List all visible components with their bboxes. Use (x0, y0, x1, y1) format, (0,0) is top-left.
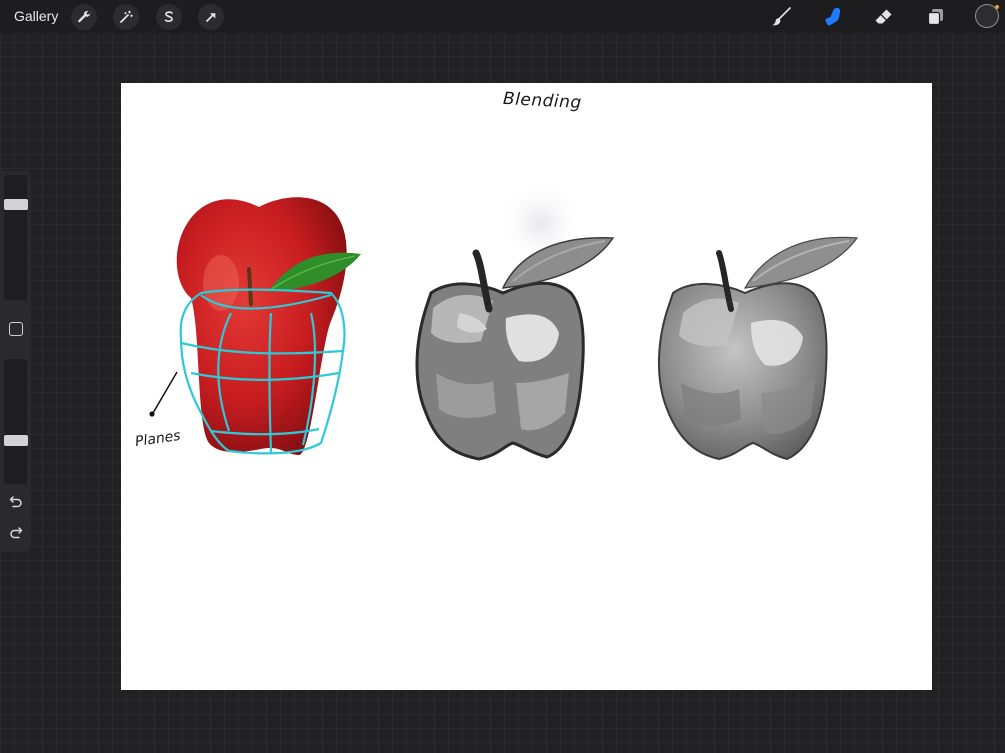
procreate-app: Gallery Blending Planes (0, 0, 1005, 753)
layers-icon (927, 9, 943, 26)
magic-wand-icon (120, 10, 133, 23)
modify-square-icon[interactable] (9, 322, 23, 336)
brush-size-slider[interactable] (4, 175, 27, 300)
adjustments-button[interactable] (113, 4, 139, 30)
redo-button[interactable] (6, 523, 26, 543)
red-apple-photo (176, 197, 361, 455)
actions-button[interactable] (71, 4, 97, 30)
smudge-icon (825, 7, 841, 26)
left-sidebar (0, 171, 31, 552)
transform-button[interactable] (198, 4, 224, 30)
layers-button[interactable] (923, 4, 949, 30)
blending-title: Blending (502, 88, 583, 114)
drawing-canvas[interactable]: Blending Planes (121, 83, 932, 690)
greyscale-apple-planes (415, 178, 615, 461)
artwork (149, 178, 859, 461)
undo-icon (9, 496, 22, 508)
smudge-tool[interactable] (820, 4, 846, 30)
brush-tool[interactable] (768, 4, 794, 30)
selection-icon (164, 11, 173, 23)
planes-pointer-line (152, 371, 178, 414)
brush-icon (772, 7, 791, 26)
transform-arrow-icon (206, 13, 216, 22)
eraser-tool[interactable] (871, 4, 897, 30)
opacity-slider-thumb[interactable] (4, 435, 28, 446)
brush-size-slider-thumb[interactable] (4, 199, 28, 210)
top-toolbar: Gallery (0, 0, 1005, 33)
gallery-button[interactable]: Gallery (14, 8, 58, 24)
greyscale-apple-blended (657, 236, 859, 461)
eraser-icon (875, 9, 892, 24)
selection-button[interactable] (156, 4, 182, 30)
opacity-slider[interactable] (4, 359, 27, 484)
wrench-icon (78, 10, 91, 23)
undo-button[interactable] (6, 492, 26, 512)
redo-icon (10, 527, 23, 539)
color-indicator-dot (995, 5, 999, 9)
